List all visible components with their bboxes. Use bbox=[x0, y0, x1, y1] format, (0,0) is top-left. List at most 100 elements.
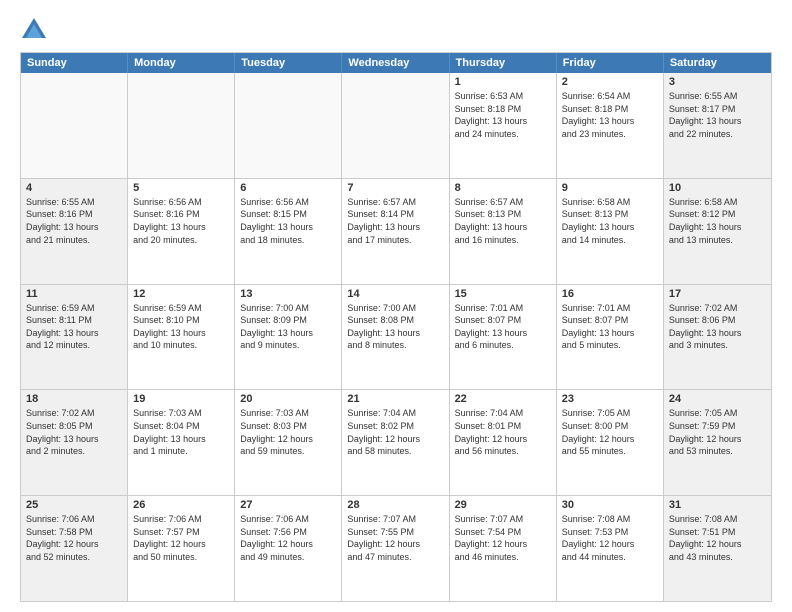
calendar-cell: 14Sunrise: 7:00 AM Sunset: 8:08 PM Dayli… bbox=[342, 285, 449, 390]
calendar-header: SundayMondayTuesdayWednesdayThursdayFrid… bbox=[21, 53, 771, 73]
day-number: 3 bbox=[669, 76, 766, 88]
calendar-cell: 20 Sunrise: 7:03 AM Sunset: 8:03 PM Dayli… bbox=[235, 390, 342, 495]
calendar-cell: 26 Sunrise: 7:06 AM Sunset: 7:57 PM Dayli… bbox=[128, 496, 235, 601]
calendar-cell: 3 Sunrise: 6:55 AM Sunset: 8:17 PM Daylig… bbox=[664, 73, 771, 178]
cell-info: Sunrise: 7:02 AM Sunset: 8:05 PM Dayligh… bbox=[26, 407, 122, 457]
day-number: 23 bbox=[562, 393, 658, 405]
day-number: 17 bbox=[669, 288, 766, 300]
cell-info: Sunrise: 7:00 AM Sunset: 8:08 PM Dayligh… bbox=[347, 302, 443, 352]
cell-info: Sunrise: 7:05 AM Sunset: 8:00 PM Dayligh… bbox=[562, 407, 658, 457]
calendar-cell: 19 Sunrise: 7:03 AM Sunset: 8:04 PM Dayli… bbox=[128, 390, 235, 495]
calendar-cell: 18 Sunrise: 7:02 AM Sunset: 8:05 PM Dayli… bbox=[21, 390, 128, 495]
day-number: 8 bbox=[455, 182, 551, 194]
cell-info: Sunrise: 6:55 AM Sunset: 8:16 PM Dayligh… bbox=[26, 196, 122, 246]
calendar-cell: 9 Sunrise: 6:58 AM Sunset: 8:13 PM Daylig… bbox=[557, 179, 664, 284]
day-number: 9 bbox=[562, 182, 658, 194]
calendar-cell: 21 Sunrise: 7:04 AM Sunset: 8:02 PM Dayli… bbox=[342, 390, 449, 495]
cell-info: Sunrise: 6:58 AM Sunset: 8:13 PM Dayligh… bbox=[562, 196, 658, 246]
cell-info: Sunrise: 6:54 AM Sunset: 8:18 PM Dayligh… bbox=[562, 90, 658, 140]
day-number: 16 bbox=[562, 288, 658, 300]
calendar-header-cell: Sunday bbox=[21, 53, 128, 73]
cell-info: Sunrise: 7:01 AM Sunset: 8:07 PM Dayligh… bbox=[455, 302, 551, 352]
cell-info: Sunrise: 7:07 AM Sunset: 7:55 PM Dayligh… bbox=[347, 513, 443, 563]
day-number: 5 bbox=[133, 182, 229, 194]
calendar-cell: 25 Sunrise: 7:06 AM Sunset: 7:58 PM Dayli… bbox=[21, 496, 128, 601]
calendar-body: 1 Sunrise: 6:53 AM Sunset: 8:18 PM Daylig… bbox=[21, 73, 771, 601]
day-number: 20 bbox=[240, 393, 336, 405]
calendar-header-cell: Saturday bbox=[664, 53, 771, 73]
calendar-cell: 27 Sunrise: 7:06 AM Sunset: 7:56 PM Dayli… bbox=[235, 496, 342, 601]
calendar-header-cell: Tuesday bbox=[235, 53, 342, 73]
calendar-cell bbox=[128, 73, 235, 178]
cell-info: Sunrise: 7:02 AM Sunset: 8:06 PM Dayligh… bbox=[669, 302, 766, 352]
day-number: 28 bbox=[347, 499, 443, 511]
calendar-cell: 6 Sunrise: 6:56 AM Sunset: 8:15 PM Daylig… bbox=[235, 179, 342, 284]
calendar-cell: 1 Sunrise: 6:53 AM Sunset: 8:18 PM Daylig… bbox=[450, 73, 557, 178]
calendar-cell: 28 Sunrise: 7:07 AM Sunset: 7:55 PM Dayli… bbox=[342, 496, 449, 601]
calendar-header-cell: Wednesday bbox=[342, 53, 449, 73]
calendar-header-cell: Thursday bbox=[450, 53, 557, 73]
cell-info: Sunrise: 7:05 AM Sunset: 7:59 PM Dayligh… bbox=[669, 407, 766, 457]
day-number: 26 bbox=[133, 499, 229, 511]
day-number: 6 bbox=[240, 182, 336, 194]
cell-info: Sunrise: 6:57 AM Sunset: 8:14 PM Dayligh… bbox=[347, 196, 443, 246]
cell-info: Sunrise: 7:08 AM Sunset: 7:53 PM Dayligh… bbox=[562, 513, 658, 563]
calendar-cell: 29 Sunrise: 7:07 AM Sunset: 7:54 PM Dayli… bbox=[450, 496, 557, 601]
calendar-cell: 11 Sunrise: 6:59 AM Sunset: 8:11 PM Dayli… bbox=[21, 285, 128, 390]
day-number: 25 bbox=[26, 499, 122, 511]
day-number: 18 bbox=[26, 393, 122, 405]
calendar-header-cell: Friday bbox=[557, 53, 664, 73]
cell-info: Sunrise: 6:56 AM Sunset: 8:15 PM Dayligh… bbox=[240, 196, 336, 246]
logo-icon bbox=[20, 16, 48, 44]
day-number: 10 bbox=[669, 182, 766, 194]
calendar-cell: 8 Sunrise: 6:57 AM Sunset: 8:13 PM Daylig… bbox=[450, 179, 557, 284]
calendar-cell: 30 Sunrise: 7:08 AM Sunset: 7:53 PM Dayli… bbox=[557, 496, 664, 601]
calendar-row: 25 Sunrise: 7:06 AM Sunset: 7:58 PM Dayli… bbox=[21, 495, 771, 601]
cell-info: Sunrise: 7:03 AM Sunset: 8:04 PM Dayligh… bbox=[133, 407, 229, 457]
calendar-cell bbox=[235, 73, 342, 178]
cell-info: Sunrise: 7:06 AM Sunset: 7:57 PM Dayligh… bbox=[133, 513, 229, 563]
day-number: 29 bbox=[455, 499, 551, 511]
calendar-row: 1 Sunrise: 6:53 AM Sunset: 8:18 PM Daylig… bbox=[21, 73, 771, 178]
calendar-cell: 7 Sunrise: 6:57 AM Sunset: 8:14 PM Daylig… bbox=[342, 179, 449, 284]
cell-info: Sunrise: 6:59 AM Sunset: 8:10 PM Dayligh… bbox=[133, 302, 229, 352]
day-number: 15 bbox=[455, 288, 551, 300]
calendar-cell: 22Sunrise: 7:04 AM Sunset: 8:01 PM Dayli… bbox=[450, 390, 557, 495]
day-number: 4 bbox=[26, 182, 122, 194]
calendar-cell: 24Sunrise: 7:05 AM Sunset: 7:59 PM Dayli… bbox=[664, 390, 771, 495]
logo bbox=[20, 16, 52, 44]
calendar-header-cell: Monday bbox=[128, 53, 235, 73]
calendar-cell: 5 Sunrise: 6:56 AM Sunset: 8:16 PM Daylig… bbox=[128, 179, 235, 284]
cell-info: Sunrise: 6:56 AM Sunset: 8:16 PM Dayligh… bbox=[133, 196, 229, 246]
day-number: 11 bbox=[26, 288, 122, 300]
day-number: 7 bbox=[347, 182, 443, 194]
day-number: 1 bbox=[455, 76, 551, 88]
calendar-cell: 2 Sunrise: 6:54 AM Sunset: 8:18 PM Daylig… bbox=[557, 73, 664, 178]
cell-info: Sunrise: 7:07 AM Sunset: 7:54 PM Dayligh… bbox=[455, 513, 551, 563]
day-number: 12 bbox=[133, 288, 229, 300]
calendar-cell: 16 Sunrise: 7:01 AM Sunset: 8:07 PM Dayli… bbox=[557, 285, 664, 390]
cell-info: Sunrise: 7:03 AM Sunset: 8:03 PM Dayligh… bbox=[240, 407, 336, 457]
day-number: 31 bbox=[669, 499, 766, 511]
day-number: 27 bbox=[240, 499, 336, 511]
day-number: 19 bbox=[133, 393, 229, 405]
day-number: 21 bbox=[347, 393, 443, 405]
cell-info: Sunrise: 6:57 AM Sunset: 8:13 PM Dayligh… bbox=[455, 196, 551, 246]
day-number: 30 bbox=[562, 499, 658, 511]
cell-info: Sunrise: 6:59 AM Sunset: 8:11 PM Dayligh… bbox=[26, 302, 122, 352]
cell-info: Sunrise: 6:55 AM Sunset: 8:17 PM Dayligh… bbox=[669, 90, 766, 140]
day-number: 2 bbox=[562, 76, 658, 88]
cell-info: Sunrise: 7:04 AM Sunset: 8:02 PM Dayligh… bbox=[347, 407, 443, 457]
calendar-cell: 12 Sunrise: 6:59 AM Sunset: 8:10 PM Dayli… bbox=[128, 285, 235, 390]
day-number: 13 bbox=[240, 288, 336, 300]
calendar-cell: 17 Sunrise: 7:02 AM Sunset: 8:06 PM Dayli… bbox=[664, 285, 771, 390]
page: SundayMondayTuesdayWednesdayThursdayFrid… bbox=[0, 0, 792, 612]
cell-info: Sunrise: 6:53 AM Sunset: 8:18 PM Dayligh… bbox=[455, 90, 551, 140]
cell-info: Sunrise: 7:06 AM Sunset: 7:58 PM Dayligh… bbox=[26, 513, 122, 563]
cell-info: Sunrise: 7:08 AM Sunset: 7:51 PM Dayligh… bbox=[669, 513, 766, 563]
cell-info: Sunrise: 7:01 AM Sunset: 8:07 PM Dayligh… bbox=[562, 302, 658, 352]
calendar-cell bbox=[342, 73, 449, 178]
calendar-cell: 10 Sunrise: 6:58 AM Sunset: 8:12 PM Dayli… bbox=[664, 179, 771, 284]
cell-info: Sunrise: 7:06 AM Sunset: 7:56 PM Dayligh… bbox=[240, 513, 336, 563]
cell-info: Sunrise: 6:58 AM Sunset: 8:12 PM Dayligh… bbox=[669, 196, 766, 246]
